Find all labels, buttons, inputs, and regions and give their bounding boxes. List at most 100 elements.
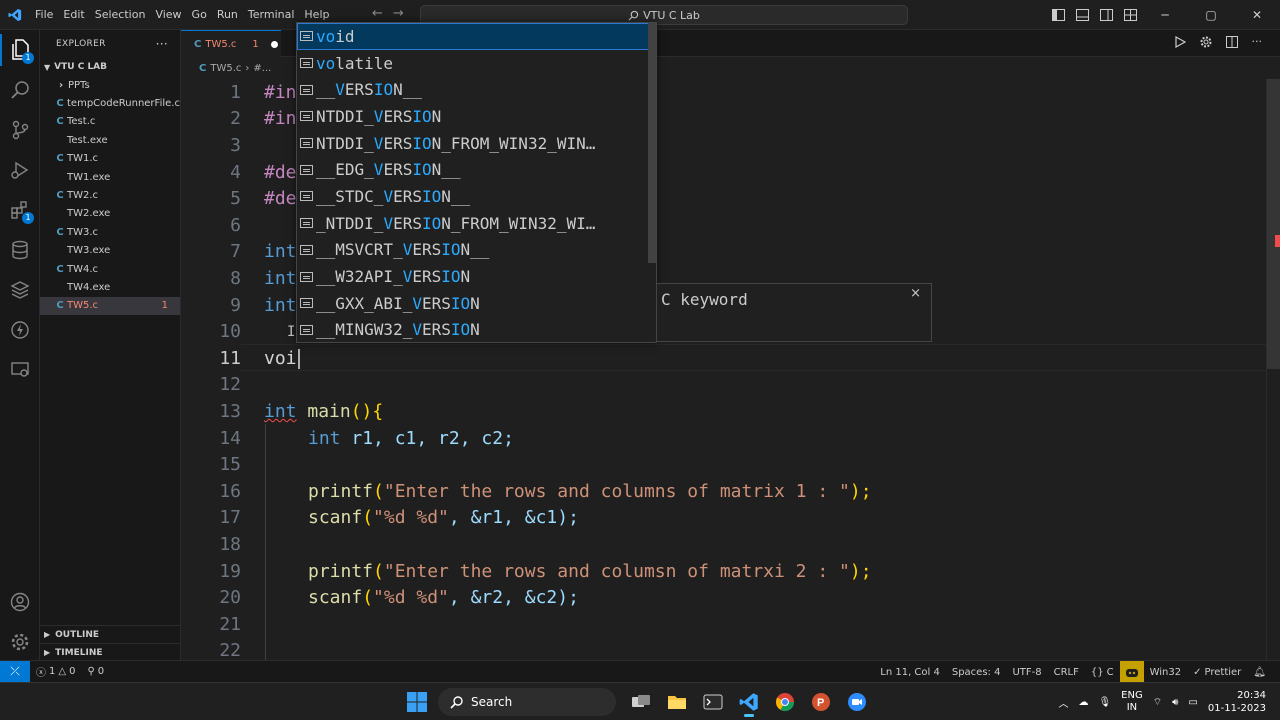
tree-file[interactable]: C TW3.c <box>40 223 180 241</box>
line-ending[interactable]: CRLF <box>1048 661 1085 683</box>
gear-icon[interactable] <box>1200 36 1212 48</box>
tree-file[interactable]: TW3.exe <box>40 242 180 260</box>
split-editor-icon[interactable] <box>1225 36 1238 48</box>
tree-file[interactable]: TW4.exe <box>40 278 180 296</box>
notifications-icon[interactable]: 🔔︎ <box>1247 661 1272 683</box>
run-debug-activity[interactable] <box>0 150 40 190</box>
customize-layout-icon[interactable] <box>1118 0 1142 30</box>
breadcrumb-file[interactable]: TW5.c <box>210 63 241 74</box>
manage-activity[interactable] <box>0 622 40 662</box>
chrome-icon[interactable] <box>770 687 800 717</box>
suggest-item[interactable]: __GXX_ABI_ V ERS IO N <box>297 290 656 317</box>
cursor-position[interactable]: Ln 11, Col 4 <box>874 661 946 683</box>
suggest-item[interactable]: __EDG_ V ERS IO N__ <box>297 156 656 183</box>
taskbar-search[interactable]: Search <box>438 688 616 716</box>
microphone-icon[interactable]: 🎙︎ <box>1098 697 1111 708</box>
code-token: "%d %d" <box>373 507 449 529</box>
toggle-sidebar-icon[interactable] <box>1046 0 1070 30</box>
database-activity[interactable] <box>0 230 40 270</box>
onedrive-icon[interactable]: ☁ <box>1078 697 1088 708</box>
zoom-icon[interactable] <box>842 687 872 717</box>
suggest-item-text: __EDG_ <box>316 160 374 180</box>
remote-indicator-icon[interactable]: ⤫ <box>0 660 30 683</box>
menu-selection[interactable]: Selection <box>90 0 151 30</box>
suggest-item[interactable]: __W32API_ V ERS IO N <box>297 263 656 290</box>
forward-arrow-icon[interactable]: → <box>393 6 404 21</box>
tree-file[interactable]: C TW5.c 1 <box>40 296 180 316</box>
terminal-icon[interactable] <box>698 687 728 717</box>
tree-folder[interactable]: › PPTs <box>40 76 180 94</box>
ports-status[interactable]: ⚲ 0 <box>81 661 110 683</box>
tree-file[interactable]: CtempCodeRunnerFile.c <box>40 94 180 112</box>
toggle-secondary-sidebar-icon[interactable] <box>1094 0 1118 30</box>
configuration[interactable]: Win32 <box>1144 661 1188 683</box>
timeline-section[interactable]: ▶ TIMELINE <box>40 643 181 661</box>
extensions-activity[interactable]: 1 <box>0 190 40 230</box>
code-editor[interactable]: 1 2 3 4 5 6 7 8 9 10 11 12 13 14 15 16 17 18 19 20 21 22 #in … <box>181 22 1280 661</box>
source-control-activity[interactable] <box>0 110 40 150</box>
suggest-item[interactable]: __MSVCRT_ V ERS IO N__ <box>297 237 656 264</box>
lightning-activity[interactable] <box>0 310 40 350</box>
close-icon[interactable]: × <box>910 286 921 301</box>
search-activity[interactable] <box>0 70 40 110</box>
editor-scrollbar[interactable] <box>1266 79 1280 660</box>
menu-terminal[interactable]: Terminal <box>243 0 300 30</box>
problems-status[interactable]: ⓧ 1 △ 0 <box>30 661 81 683</box>
copilot-icon[interactable] <box>1119 661 1144 683</box>
suggest-item[interactable]: _NTDDI_ V ERS IO N_FROM_WIN32_WI… <box>297 210 656 237</box>
remote-explorer-activity[interactable] <box>0 350 40 390</box>
vscode-taskbar-icon[interactable] <box>734 687 764 717</box>
tab-tw5-c[interactable]: C TW5.c 1 <box>181 30 281 57</box>
maximize-icon[interactable]: ▢ <box>1188 0 1234 30</box>
suggest-scrollbar[interactable] <box>648 23 656 263</box>
unsaved-dot-icon[interactable] <box>270 40 278 48</box>
close-window-icon[interactable]: ✕ <box>1234 0 1280 30</box>
minimize-icon[interactable]: ─ <box>1142 0 1188 30</box>
suggest-item[interactable]: vo latile <box>297 50 656 77</box>
suggest-item[interactable]: __MINGW32_ V ERS IO N <box>297 317 656 342</box>
tree-file[interactable]: TW2.exe <box>40 205 180 223</box>
language-indicator[interactable]: ENG IN <box>1121 690 1143 714</box>
outline-section[interactable]: ▶ OUTLINE <box>40 625 181 643</box>
back-arrow-icon[interactable]: ← <box>372 6 383 21</box>
menu-view[interactable]: View <box>150 0 186 30</box>
breadcrumb-symbol[interactable]: #... <box>253 63 271 74</box>
tree-file[interactable]: Test.exe <box>40 131 180 149</box>
clock[interactable]: 20:34 01-11-2023 <box>1208 689 1266 715</box>
wifi-icon[interactable]: ⌔ <box>1153 696 1162 709</box>
tree-file[interactable]: TW1.exe <box>40 168 180 186</box>
chevron-up-icon[interactable]: ︿ <box>1058 695 1068 710</box>
suggest-item[interactable]: NTDDI_ V ERS IO N <box>297 103 656 130</box>
suggest-item[interactable]: __ V ERS IO N__ <box>297 76 656 103</box>
windows-start-icon[interactable] <box>402 687 432 717</box>
tree-file[interactable]: C TW2.c <box>40 186 180 204</box>
powerpoint-icon[interactable]: P <box>806 687 836 717</box>
encoding[interactable]: UTF-8 <box>1006 661 1047 683</box>
menu-file[interactable]: File <box>30 0 58 30</box>
suggest-item[interactable]: NTDDI_ V ERS IO N_FROM_WIN32_WIN… <box>297 130 656 157</box>
layers-activity[interactable] <box>0 270 40 310</box>
workspace-folder[interactable]: ▼ VTU C LAB <box>40 58 180 76</box>
file-explorer-icon[interactable] <box>662 687 692 717</box>
prettier-status[interactable]: ✓ Prettier <box>1187 661 1247 683</box>
suggest-item[interactable]: vo i d <box>297 23 656 50</box>
menu-run[interactable]: Run <box>212 0 243 30</box>
tree-file[interactable]: C TW1.c <box>40 150 180 168</box>
more-actions-icon[interactable]: ··· <box>156 37 168 51</box>
menu-go[interactable]: Go <box>187 0 212 30</box>
suggest-item[interactable]: __STDC_ V ERS IO N__ <box>297 183 656 210</box>
tree-file[interactable]: C Test.c <box>40 113 180 131</box>
tree-file[interactable]: C TW4.c <box>40 260 180 278</box>
more-actions-icon[interactable]: ··· <box>1252 36 1263 48</box>
battery-icon[interactable]: ▭ <box>1188 697 1197 708</box>
language-mode[interactable]: {} C <box>1085 661 1120 683</box>
accounts-activity[interactable] <box>0 582 40 622</box>
task-view-icon[interactable] <box>626 687 656 717</box>
explorer-activity[interactable]: 1 <box>0 30 40 70</box>
volume-icon[interactable]: 🔊︎ <box>1172 697 1178 708</box>
menu-edit[interactable]: Edit <box>58 0 89 30</box>
run-icon[interactable] <box>1174 36 1186 48</box>
toggle-panel-icon[interactable] <box>1070 0 1094 30</box>
scrollbar-thumb[interactable] <box>1267 79 1280 369</box>
indentation[interactable]: Spaces: 4 <box>946 661 1007 683</box>
